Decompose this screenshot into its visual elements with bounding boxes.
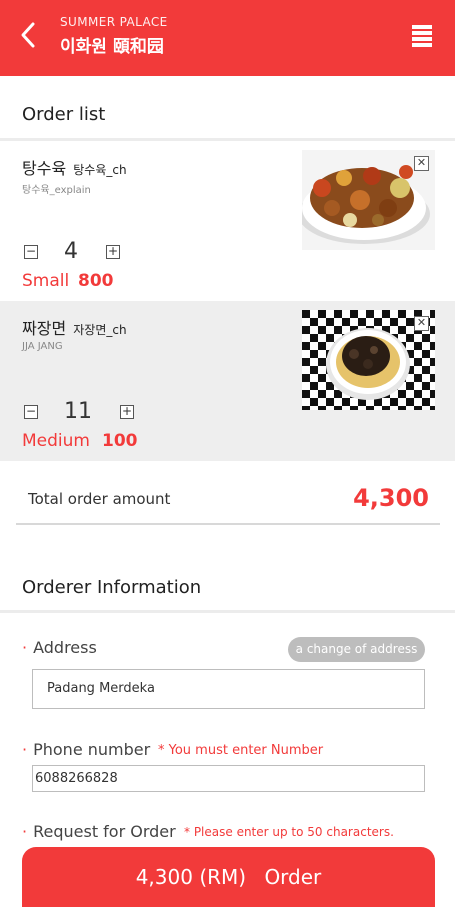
quantity-value: 11 bbox=[64, 399, 92, 424]
menu-button[interactable] bbox=[408, 22, 436, 50]
address-input[interactable]: Padang Merdeka bbox=[32, 669, 425, 709]
request-limit-note: * Please enter up to 50 characters. bbox=[184, 825, 394, 839]
divider bbox=[16, 523, 440, 525]
plus-icon: + bbox=[107, 244, 119, 258]
bullet: · bbox=[22, 740, 28, 759]
orderer-info-title: Orderer Information bbox=[22, 577, 202, 598]
bullet: · bbox=[22, 638, 28, 657]
request-label: · Request for Order bbox=[22, 822, 176, 841]
phone-label: · Phone number bbox=[22, 740, 150, 759]
item-description: 탕수육_explain bbox=[22, 185, 91, 196]
increase-quantity-button[interactable]: + bbox=[106, 245, 120, 259]
increase-quantity-button[interactable]: + bbox=[120, 405, 134, 419]
decrease-quantity-button[interactable]: − bbox=[24, 405, 38, 419]
item-size: Medium bbox=[22, 431, 90, 451]
remove-item-button[interactable]: ✕ bbox=[414, 316, 429, 331]
minus-icon: − bbox=[25, 404, 37, 418]
item-name-main: 탕수육 bbox=[22, 159, 67, 178]
item-photo-sweet-sour-pork: ✕ bbox=[302, 150, 435, 250]
phone-input[interactable]: 6088266828 bbox=[32, 765, 425, 792]
phone-required-note: * You must enter Number bbox=[158, 743, 324, 758]
item-price: 800 bbox=[78, 271, 114, 291]
item-name-main: 짜장면 bbox=[22, 319, 67, 338]
address-label-text: Address bbox=[33, 638, 97, 657]
total-amount: 4,300 bbox=[353, 484, 429, 512]
request-label-text: Request for Order bbox=[33, 822, 176, 841]
hamburger-menu-icon bbox=[412, 25, 432, 47]
address-label: · Address bbox=[22, 638, 97, 657]
quantity-value: 4 bbox=[64, 239, 78, 264]
item-size: Small bbox=[22, 271, 70, 291]
close-icon: ✕ bbox=[416, 156, 427, 169]
item-name-sub: 탕수육_ch bbox=[73, 163, 127, 177]
divider bbox=[0, 610, 455, 613]
phone-label-text: Phone number bbox=[33, 740, 151, 759]
close-icon: ✕ bbox=[416, 316, 427, 329]
brand-name-korean: 이화원 頤和园 bbox=[60, 37, 164, 57]
decrease-quantity-button[interactable]: − bbox=[24, 245, 38, 259]
order-button-label: Order bbox=[264, 865, 322, 889]
order-list-title: Order list bbox=[22, 104, 106, 125]
order-item: 짜장면 자장면_ch JJA JANG − 11 + Medium 100 ✕ bbox=[0, 301, 455, 461]
bullet: · bbox=[22, 822, 28, 841]
item-name-sub: 자장면_ch bbox=[73, 323, 127, 337]
back-button[interactable] bbox=[14, 20, 44, 50]
item-description: JJA JANG bbox=[22, 341, 63, 352]
chevron-left-icon bbox=[21, 22, 35, 48]
brand-name-english: SUMMER PALACE bbox=[60, 15, 168, 29]
item-name: 탕수육 탕수육_ch bbox=[22, 155, 127, 179]
change-address-button[interactable]: a change of address bbox=[288, 637, 425, 662]
remove-item-button[interactable]: ✕ bbox=[414, 156, 429, 171]
minus-icon: − bbox=[25, 244, 37, 258]
item-photo-jjajangmyeon: ✕ bbox=[302, 310, 435, 410]
app-header: SUMMER PALACE 이화원 頤和园 bbox=[0, 0, 455, 76]
order-button[interactable]: 4,300 (RM) Order bbox=[22, 847, 435, 907]
total-label: Total order amount bbox=[28, 490, 171, 508]
order-item: 탕수육 탕수육_ch 탕수육_explain − 4 + Small 800 ✕ bbox=[0, 141, 455, 301]
item-price: 100 bbox=[102, 431, 138, 451]
item-name: 짜장면 자장면_ch bbox=[22, 315, 127, 339]
order-amount: 4,300 (RM) bbox=[135, 865, 247, 889]
plus-icon: + bbox=[121, 404, 133, 418]
